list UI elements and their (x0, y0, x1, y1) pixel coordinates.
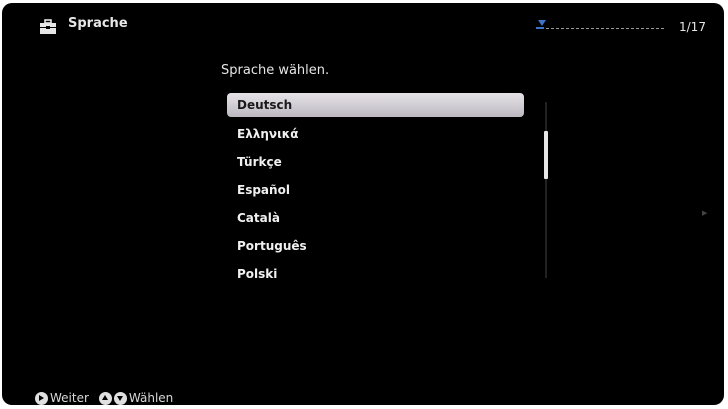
right-arrow-icon: ▶ (702, 209, 708, 217)
language-label: Deutsch (237, 98, 293, 112)
scrollbar-track[interactable] (545, 102, 547, 278)
next-hint-label: Weiter (50, 391, 89, 405)
up-button-icon (98, 391, 112, 405)
right-button-icon (35, 391, 48, 405)
language-label: Ελληνικά (237, 127, 299, 141)
page-progress-bar (536, 20, 664, 30)
language-item[interactable]: Deutsch (227, 93, 524, 117)
language-item[interactable]: Català (227, 205, 524, 233)
scrollbar-thumb[interactable] (544, 131, 548, 179)
language-item[interactable]: Português (227, 233, 524, 261)
language-label: Español (237, 183, 290, 197)
page-title: Sprache (68, 16, 128, 31)
toolbox-icon (40, 19, 56, 34)
page-subtitle: Sprache wählen. (221, 63, 330, 78)
language-list: Deutsch Ελληνικά Türkçe Español Català P… (227, 93, 524, 289)
language-label: Português (237, 239, 307, 253)
language-item[interactable]: Español (227, 177, 524, 205)
page-counter: 1/17 (679, 20, 706, 34)
footer-hints: Weiter Wählen (35, 391, 173, 405)
language-label: Polski (237, 267, 278, 281)
progress-remaining (546, 28, 664, 29)
language-item[interactable]: Ελληνικά (227, 121, 524, 149)
down-button-icon (113, 391, 127, 405)
select-hint-label: Wählen (128, 391, 174, 405)
language-label: Català (237, 211, 280, 225)
progress-marker-icon (538, 20, 546, 26)
language-item[interactable]: Türkçe (227, 149, 524, 177)
tv-screen: Sprache 1/17 Sprache wählen. Deutsch Ελλ… (2, 3, 724, 405)
language-label: Türkçe (237, 155, 282, 169)
language-item[interactable]: Polski (227, 261, 524, 289)
progress-fill (536, 27, 544, 29)
